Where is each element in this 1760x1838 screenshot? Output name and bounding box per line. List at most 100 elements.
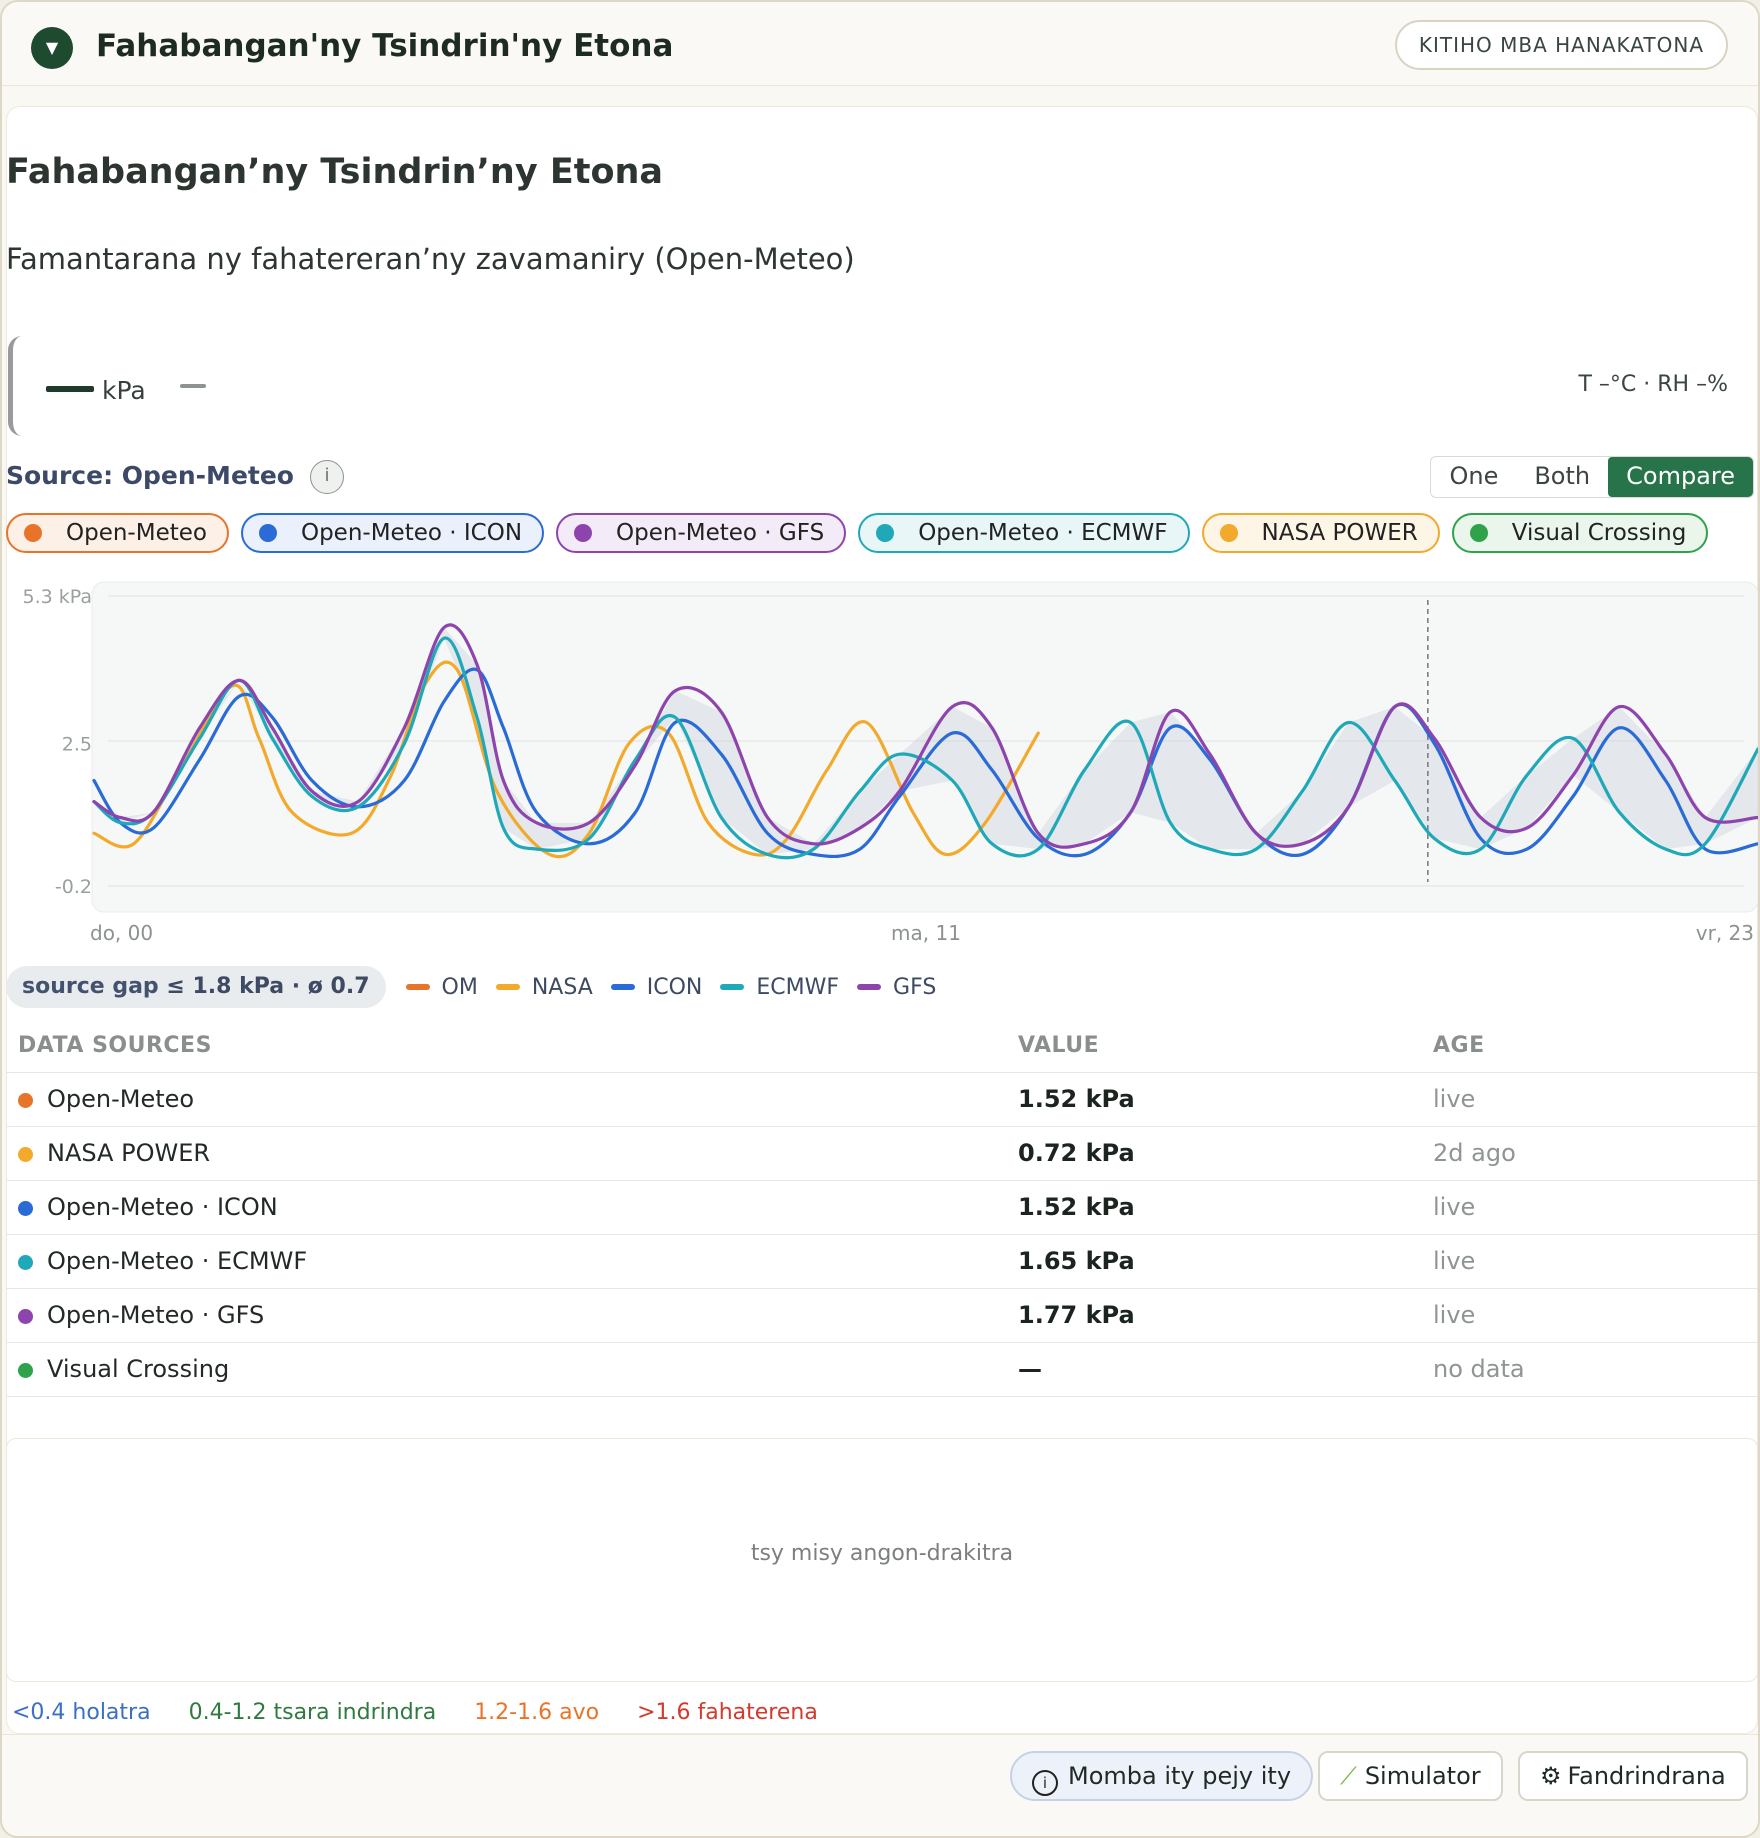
scale-item: <0.4 holatra [12,1700,151,1725]
source-color-dot [1219,524,1238,542]
source-color-dot [18,1093,33,1108]
temperature-humidity: T –°C · RH –% [1578,372,1729,397]
source-chips: Open-Meteo Open-Meteo · ICON Open-Meteo · … [6,513,1709,553]
legend-item-nasa: NASA [495,975,593,1000]
mode-compare[interactable]: Compare [1608,457,1753,497]
source-chip-open-meteo-gfs[interactable]: Open-Meteo · GFS [556,513,847,553]
source-chip-open-meteo-icon[interactable]: Open-Meteo · ICON [240,513,545,553]
age-cell: live [1421,1288,1758,1343]
source-chip-open-meteo-ecmwf[interactable]: Open-Meteo · ECMWF [858,513,1190,553]
footer-bar: i Momba ity pejy ity ⟋ Simulator ⚙ Fandrind… [2,1734,1758,1836]
source-chip-label: Open-Meteo · ICON [300,520,523,546]
legend-label: ICON [646,974,703,1000]
value-cell: 1.65 kPa [1006,1234,1421,1289]
legend-item-om: OM [405,974,478,1000]
age-cell: live [1421,1234,1758,1289]
y-tick-label: 2.5 [62,734,92,756]
reading-secondary-placeholder [180,384,206,388]
reading-value-placeholder [46,386,94,392]
y-tick-label: -0.2 [55,876,92,898]
source-chip-nasa-power[interactable]: NASA POWER [1201,513,1440,553]
source-chip-label: Open-Meteo · GFS [616,520,825,546]
legend-item-gfs: GFS [857,975,936,1000]
page-subtitle: Famantarana ny fahatereran’ny zavamaniry… [6,242,855,276]
page-title: Fahabangan’ny Tsindrin’ny Etona [6,152,664,192]
chart-legend-row: source gap ≤ 1.8 kPa · ø 0.7 OM NASA ICON E… [6,966,954,1008]
value-cell: 0.72 kPa [1006,1126,1421,1181]
data-sources-table: DATA SOURCES VALUE AGE Open-Meteo 1.52 kP… [6,1020,1758,1397]
source-cell: Open-Meteo · ICON [6,1180,1006,1235]
source-gap-label: source gap [22,974,159,999]
table-header-row: DATA SOURCES VALUE AGE [6,1020,1758,1073]
source-color-dot [18,1363,33,1378]
source-name: NASA POWER [47,1139,211,1167]
y-tick-label: 5.3 kPa [22,586,92,608]
source-name: Open-Meteo · ICON [47,1193,278,1221]
value-cell: 1.52 kPa [1006,1072,1421,1127]
mode-one[interactable]: One [1431,457,1516,497]
table-row: Open-Meteo · GFS 1.77 kPa live [6,1288,1758,1343]
info-circle-icon: i [1032,1770,1058,1796]
current-reading: kPa T –°C · RH –% [6,336,1758,436]
x-tick-label: do, 00 [90,921,153,945]
age-cell: live [1421,1180,1758,1235]
reading-bracket [8,336,22,436]
collapse-toggle-icon[interactable]: ▼ [31,27,73,69]
simulator-button[interactable]: ⟋ Simulator [1318,1751,1503,1801]
source-name: Open-Meteo [47,1085,195,1113]
settings-button[interactable]: ⚙ Fandrindrana [1518,1751,1748,1801]
info-icon[interactable]: i [309,460,344,494]
legend-item-ecmwf: ECMWF [720,975,839,1000]
source-chip-label: NASA POWER [1261,520,1418,546]
header-bar: ▼ Fahabangan'ny Tsindrin'ny Etona KITIHO… [2,2,1758,86]
source-cell: NASA POWER [6,1126,1006,1181]
table-row: Open-Meteo 1.52 kPa live [6,1072,1758,1127]
source-color-dot [574,524,593,542]
header-title: Fahabangan'ny Tsindrin'ny Etona [96,28,674,64]
simulator-label: Simulator [1364,1762,1481,1790]
test-tube-icon: ⟋ [1340,1762,1357,1790]
col-header-source: DATA SOURCES [6,1020,1006,1073]
source-color-dot [258,524,277,542]
about-page-button[interactable]: i Momba ity pejy ity [1010,1751,1314,1801]
scale-item: >1.6 fahaterena [637,1700,818,1725]
series-legend: OM NASA ICON ECMWF GFS [405,974,955,1000]
scale-item: 1.2-1.6 avo [474,1700,600,1725]
age-cell: live [1421,1072,1758,1127]
legend-label: OM [441,974,478,1000]
legend-swatch [495,984,520,990]
legend-label: ECMWF [756,974,840,1000]
app-window: ▼ Fahabangan'ny Tsindrin'ny Etona KITIHO… [0,0,1760,1838]
settings-label: Fandrindrana [1567,1762,1726,1790]
empty-state-text: tsy misy angon-drakitra [750,1541,1014,1566]
table-body: Open-Meteo 1.52 kPa live NASA POWER 0.72 kPa… [6,1072,1758,1397]
legend-swatch [610,984,635,990]
source-chip-label: Open-Meteo · ECMWF [918,520,1168,546]
value-cell: 1.77 kPa [1006,1288,1421,1343]
source-cell: Open-Meteo · GFS [6,1288,1006,1343]
close-button[interactable]: KITIHO MBA HANAKATONA [1394,20,1728,70]
source-name: Open-Meteo · ECMWF [47,1247,308,1275]
source-label-text: Source: Open-Meteo [6,461,294,490]
x-tick-label: vr, 23 [1696,921,1754,945]
mode-both[interactable]: Both [1516,457,1608,497]
source-color-dot [876,524,895,542]
source-chip-visual-crossing[interactable]: Visual Crossing [1451,513,1709,553]
vpd-chart: 5.3 kPa 2.5 -0.2 do, 00 ma, 11 vr, 23 [2,570,1758,950]
empty-state-panel: tsy misy angon-drakitra [6,1438,1758,1682]
col-header-age: AGE [1421,1020,1758,1073]
source-name: Open-Meteo · GFS [47,1301,265,1329]
source-color-dot [18,1147,33,1162]
vpd-scale-legend: <0.4 holatra 0.4-1.2 tsara indrindra 1.2-1… [12,1700,818,1725]
table-row: Open-Meteo · ICON 1.52 kPa live [6,1180,1758,1235]
source-color-dot [18,1255,33,1270]
source-label: Source: Open-Meteo i [6,460,344,494]
age-cell: 2d ago [1421,1126,1758,1181]
source-chip-label: Open-Meteo [66,520,207,546]
chart-svg: 5.3 kPa 2.5 -0.2 do, 00 ma, 11 vr, 23 [22,581,1758,945]
legend-swatch [405,984,430,990]
source-color-dot [1469,524,1488,542]
table-row: Visual Crossing — no data [6,1342,1758,1397]
legend-label: GFS [893,974,937,1000]
source-chip-open-meteo[interactable]: Open-Meteo [6,513,229,553]
